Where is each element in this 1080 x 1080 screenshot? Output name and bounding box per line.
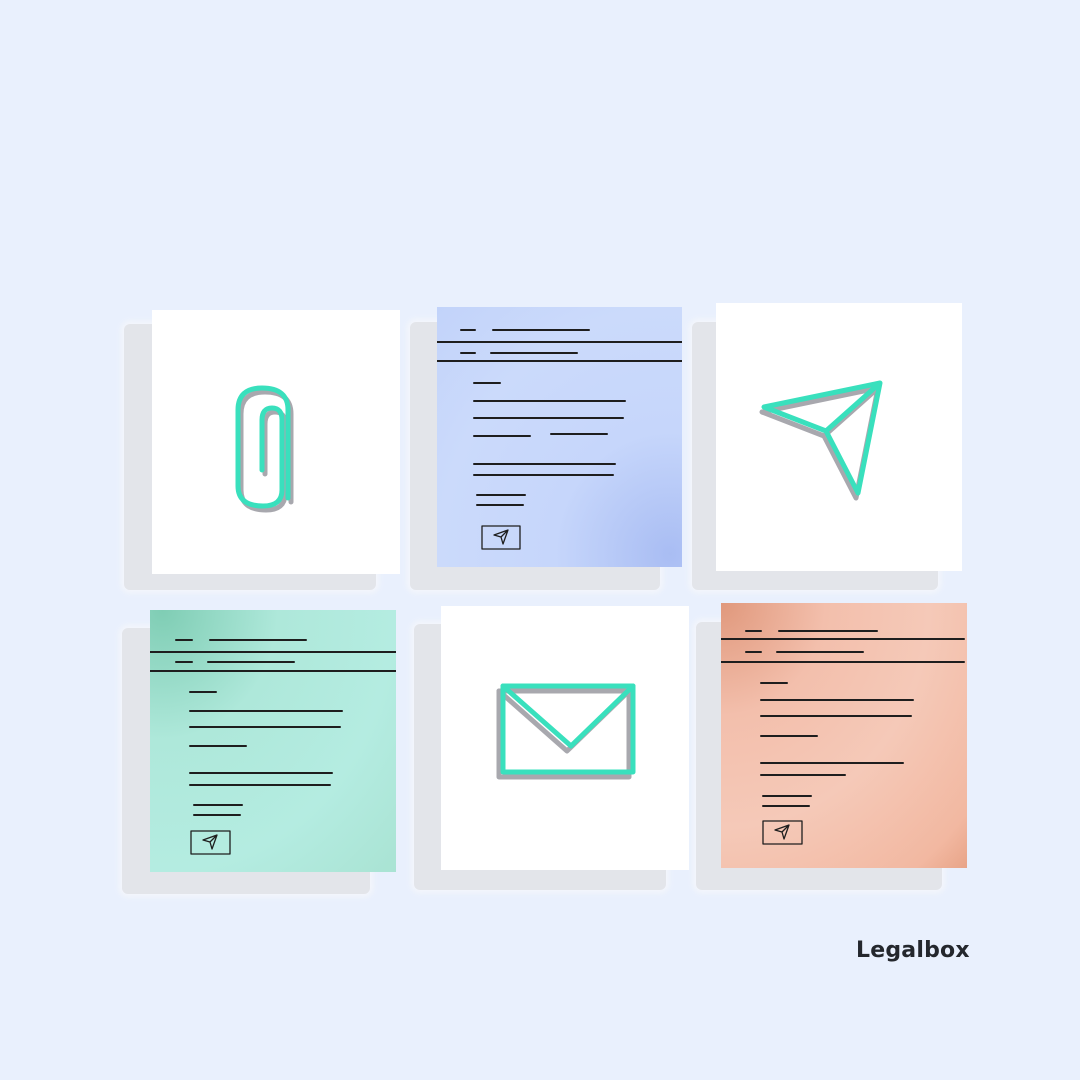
attachment-card: [152, 310, 400, 574]
paper-plane-card: [716, 303, 962, 571]
send-icon: [762, 820, 803, 845]
blue-document-card: [437, 307, 682, 567]
envelope-icon: [496, 683, 636, 780]
brand-wordmark: Legalbox: [856, 938, 970, 963]
mint-document-card: [150, 610, 396, 872]
send-icon: [481, 525, 521, 550]
illustration-scene: Legalbox: [0, 0, 1080, 1080]
envelope-card: [441, 606, 689, 870]
paper-plane-icon: [759, 380, 883, 501]
send-icon: [190, 830, 231, 855]
paperclip-icon: [235, 385, 294, 513]
peach-document-card: [721, 603, 967, 868]
